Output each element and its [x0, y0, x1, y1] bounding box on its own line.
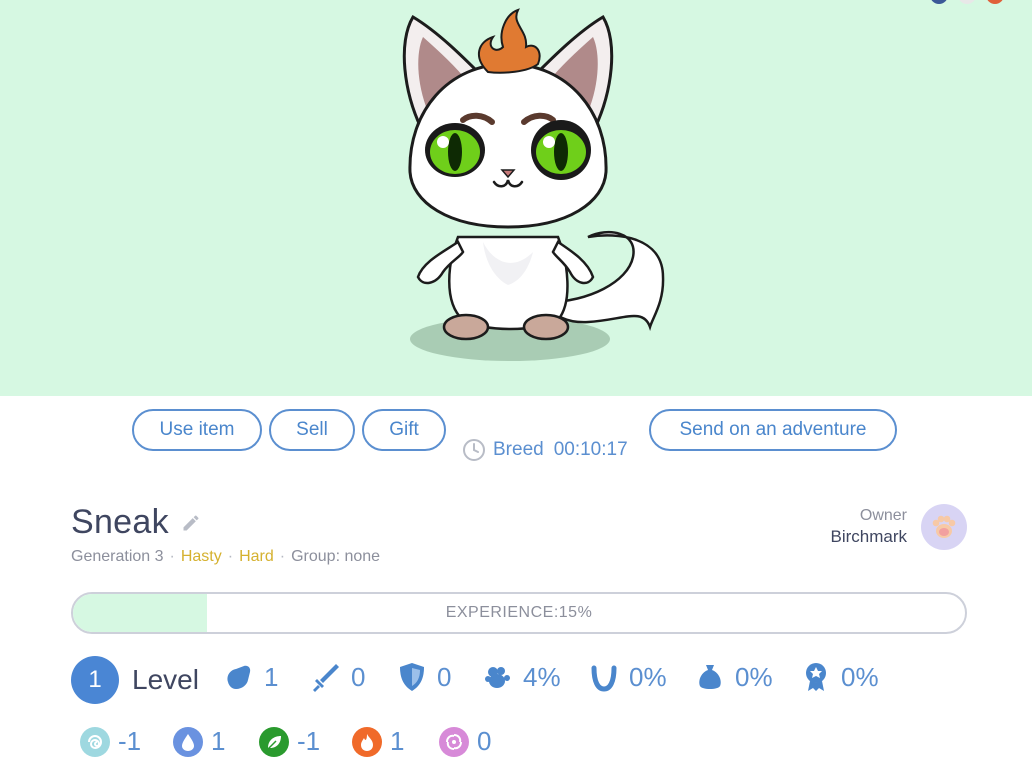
element-magic-value: 0 [477, 726, 492, 756]
element-magic[interactable]: 0 [439, 726, 491, 757]
stat-attack-value: 0 [351, 661, 366, 692]
separator-dot: · [227, 548, 234, 565]
use-item-button[interactable]: Use item [132, 409, 262, 451]
trait-hasty[interactable]: Hasty [181, 548, 222, 566]
element-nature-value: -1 [297, 726, 321, 756]
social-icons[interactable] [930, 0, 1004, 4]
element-air[interactable]: -1 [80, 726, 141, 757]
paw-icon [932, 515, 956, 538]
breed-timer[interactable]: Breed 00:10:17 [462, 438, 628, 462]
stat-attack[interactable]: 0 [309, 660, 365, 694]
level-label: Level [132, 664, 199, 695]
magic-swirl-icon [439, 726, 469, 757]
stat-strength[interactable]: 1 [222, 660, 278, 694]
owner-block: Owner Birchmark [830, 506, 907, 548]
stat-defense-value: 0 [437, 661, 452, 692]
owner-avatar[interactable] [921, 504, 967, 550]
owner-label: Owner [859, 507, 907, 524]
pet-image [402, 8, 665, 361]
fire-icon [352, 726, 382, 757]
shield-icon [400, 663, 424, 691]
breed-label: Breed [493, 439, 544, 460]
experience-label: EXPERIENCE:15% [445, 604, 593, 621]
gift-button[interactable]: Gift [362, 409, 446, 451]
pet-stage [0, 0, 1032, 396]
owner-name[interactable]: Birchmark [830, 526, 907, 548]
pet-meta: Generation 3 · Hasty · Hard · Group: non… [71, 548, 380, 566]
pet-name-row: Sneak [71, 503, 201, 542]
stat-luck-value: 0% [629, 661, 667, 692]
share-icon[interactable] [958, 0, 976, 4]
level-badge: 1 [71, 656, 119, 704]
clock-icon [463, 439, 485, 461]
separator-dot: · [169, 548, 175, 565]
pet-name: Sneak [71, 503, 169, 541]
element-fire[interactable]: 1 [352, 726, 404, 757]
fist-icon [227, 665, 251, 689]
facebook-icon[interactable] [930, 0, 948, 4]
stealth-icon [485, 667, 510, 688]
stat-luck[interactable]: 0% [587, 660, 667, 694]
generation-text: Generation 3 [71, 548, 164, 565]
air-icon [80, 726, 110, 757]
trait-hard[interactable]: Hard [239, 548, 274, 566]
sell-button[interactable]: Sell [269, 409, 355, 451]
stat-defense[interactable]: 0 [395, 660, 451, 694]
leaf-icon [259, 726, 289, 757]
google-icon[interactable] [986, 0, 1004, 4]
horseshoe-icon [591, 665, 617, 692]
stat-stealth-value: 4% [523, 661, 561, 692]
stat-loot[interactable]: 0% [693, 660, 773, 694]
element-fire-value: 1 [390, 726, 405, 756]
stat-reward[interactable]: 0% [799, 660, 879, 694]
stat-reward-value: 0% [841, 661, 879, 692]
element-air-value: -1 [118, 726, 142, 756]
water-drop-icon [173, 726, 203, 757]
stats-row: 1 Level [71, 656, 199, 704]
money-bag-icon [699, 665, 721, 689]
group-text: Group: none [291, 548, 381, 565]
breed-time: 00:10:17 [553, 439, 628, 460]
element-water[interactable]: 1 [173, 726, 225, 757]
element-water-value: 1 [211, 726, 226, 756]
stat-strength-value: 1 [264, 661, 279, 692]
medal-icon [806, 663, 826, 691]
stat-stealth[interactable]: 4% [481, 660, 561, 694]
element-nature[interactable]: -1 [259, 726, 320, 757]
stat-loot-value: 0% [735, 661, 773, 692]
separator-dot: · [279, 548, 286, 565]
sword-icon [313, 664, 339, 692]
experience-bar: EXPERIENCE:15% [71, 592, 967, 634]
edit-icon[interactable] [181, 513, 201, 533]
send-adventure-button[interactable]: Send on an adventure [649, 409, 897, 451]
